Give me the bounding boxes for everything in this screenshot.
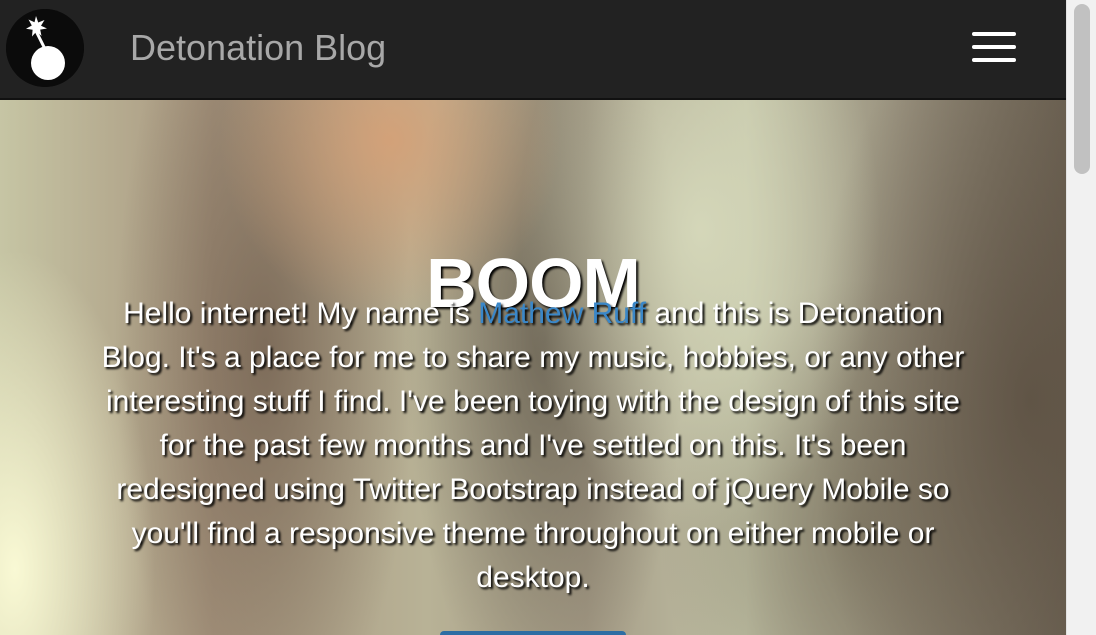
page: Detonation Blog BOOM Hello internet! My … xyxy=(0,0,1096,635)
author-link[interactable]: Mathew Ruff xyxy=(478,297,646,330)
menu-bar-top xyxy=(972,32,1016,36)
site-brand[interactable]: Detonation Blog xyxy=(130,24,386,72)
menu-bar-bottom xyxy=(972,58,1016,62)
hamburger-menu-icon[interactable] xyxy=(963,24,1025,70)
scrollbar-thumb[interactable] xyxy=(1074,4,1090,174)
intro-text-start: Hello internet! My name is xyxy=(123,297,479,330)
hero-button[interactable] xyxy=(440,631,626,635)
vertical-scrollbar[interactable] xyxy=(1066,0,1096,635)
hero-intro-text: Hello internet! My name is Mathew Ruff a… xyxy=(100,292,966,600)
intro-text-end: and this is Detonation Blog. It's a plac… xyxy=(101,297,965,594)
hero-section: BOOM Hello internet! My name is Mathew R… xyxy=(0,100,1066,635)
navbar: Detonation Blog xyxy=(0,0,1066,100)
browser-viewport: Detonation Blog BOOM Hello internet! My … xyxy=(0,0,1066,635)
bomb-icon[interactable] xyxy=(6,9,84,87)
menu-bar-middle xyxy=(972,45,1016,49)
bomb-logo-graphic xyxy=(6,9,84,87)
